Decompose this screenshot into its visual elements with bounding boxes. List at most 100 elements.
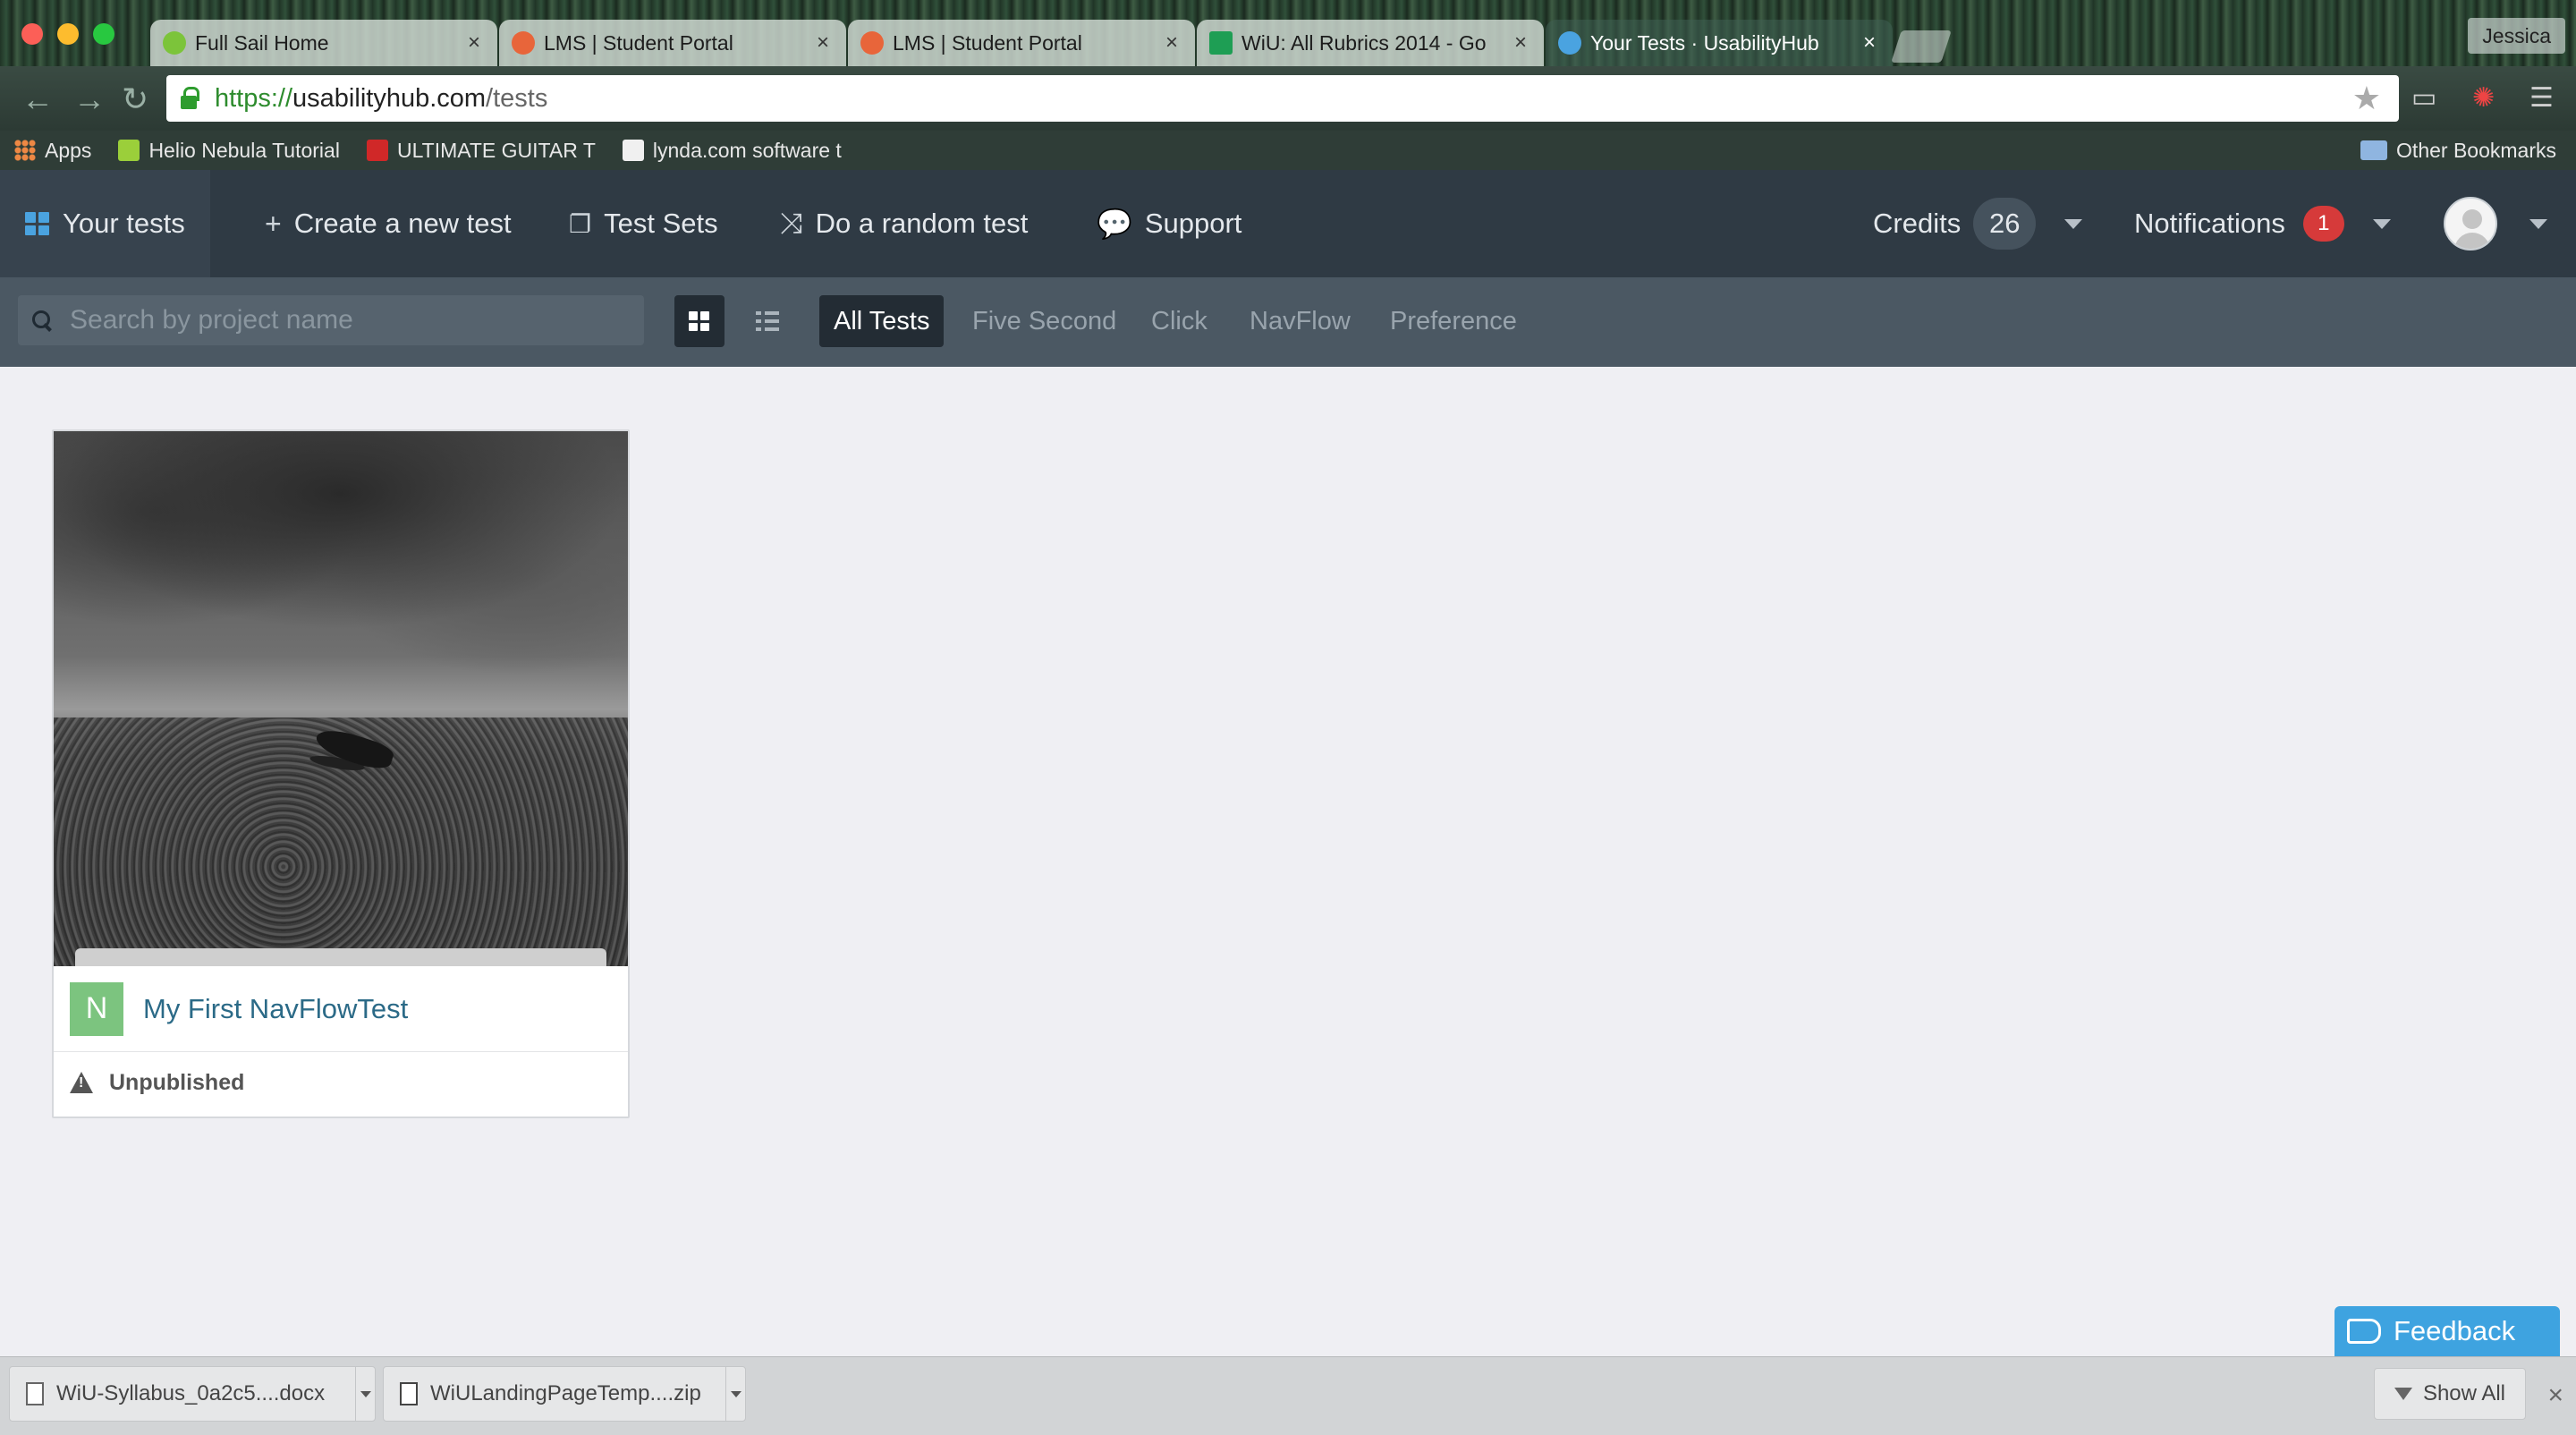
reload-icon[interactable]: ↻ — [122, 81, 148, 118]
test-thumbnail-image[interactable] — [54, 431, 628, 966]
nav-test-sets-label: Test Sets — [604, 208, 718, 239]
nav-create-test[interactable]: + Create a new test — [265, 170, 512, 277]
test-title-row[interactable]: N My First NavFlowTest — [54, 966, 628, 1052]
test-card[interactable]: N My First NavFlowTest Unpublished — [52, 429, 630, 1118]
guitar-favicon-icon — [366, 140, 388, 161]
address-bar[interactable]: https://usabilityhub.com/tests ★ — [166, 75, 2399, 122]
full-sail-favicon-icon — [163, 31, 186, 55]
color-wheel-icon[interactable]: ✺ — [2472, 82, 2495, 114]
document-icon — [26, 1382, 44, 1405]
lms-favicon-icon — [512, 31, 535, 55]
cast-icon[interactable]: ▭ — [2411, 82, 2436, 114]
download-item[interactable]: WiULandingPageTemp....zip — [383, 1366, 746, 1422]
url-host: usabilityhub.com — [292, 83, 487, 113]
usabilityhub-favicon-icon — [1558, 31, 1581, 55]
minimize-window-button[interactable] — [57, 23, 79, 45]
tab-close-icon[interactable]: × — [1859, 30, 1880, 55]
download-menu-caret[interactable] — [725, 1367, 745, 1421]
nav-support[interactable]: 💬 Support — [1097, 170, 1241, 277]
bookmark-ultimate-guitar[interactable]: ULTIMATE GUITAR T — [366, 138, 596, 163]
chevron-down-icon — [2529, 218, 2547, 229]
search-input[interactable] — [70, 305, 624, 335]
notifications-menu[interactable]: Notifications 1 — [2134, 170, 2391, 277]
filter-tab-preference[interactable]: Preference — [1376, 295, 1531, 347]
tab-title: LMS | Student Portal — [893, 30, 1082, 55]
menu-icon[interactable]: ☰ — [2529, 82, 2554, 114]
download-filename: WiU-Syllabus_0a2c5....docx — [56, 1381, 326, 1405]
bookmark-helio[interactable]: Helio Nebula Tutorial — [118, 139, 340, 163]
filter-tab-click[interactable]: Click — [1137, 295, 1222, 347]
nav-create-label: Create a new test — [293, 208, 512, 239]
close-icon[interactable]: × — [2547, 1380, 2563, 1411]
browser-tab[interactable]: LMS | Student Portal × — [848, 20, 1195, 66]
filter-tab-navflow[interactable]: NavFlow — [1235, 295, 1365, 347]
shuffle-icon: ⤨ — [780, 207, 803, 239]
browser-tab[interactable]: WiU: All Rubrics 2014 - Go × — [1197, 20, 1544, 66]
bookmarks-bar: Apps Helio Nebula Tutorial ULTIMATE GUIT… — [0, 131, 2576, 170]
download-item[interactable]: WiU-Syllabus_0a2c5....docx — [9, 1366, 376, 1422]
lock-icon — [179, 87, 199, 110]
filter-tab-all-tests[interactable]: All Tests — [819, 295, 945, 347]
tab-close-icon[interactable]: × — [812, 30, 834, 55]
search-box[interactable] — [18, 295, 644, 345]
feedback-label: Feedback — [2394, 1315, 2516, 1346]
test-title-link[interactable]: My First NavFlowTest — [143, 993, 408, 1025]
tiles-icon — [689, 311, 710, 331]
download-shelf: WiU-Syllabus_0a2c5....docx WiULandingPag… — [0, 1356, 2576, 1435]
plus-icon: + — [265, 207, 282, 240]
test-status: Unpublished — [70, 1065, 244, 1100]
back-arrow-icon[interactable]: ← — [21, 81, 54, 118]
warning-icon — [70, 1072, 93, 1093]
tab-close-icon[interactable]: × — [463, 30, 485, 55]
bookmark-star-icon[interactable]: ★ — [2352, 80, 2381, 117]
browser-tab-active[interactable]: Your Tests · UsabilityHub × — [1546, 20, 1893, 66]
bookmark-label: ULTIMATE GUITAR T — [396, 138, 596, 162]
tab-title: WiU: All Rubrics 2014 - Go — [1241, 30, 1487, 55]
download-menu-caret[interactable] — [355, 1367, 375, 1421]
bookmark-label: lynda.com software t — [652, 138, 842, 162]
browser-tab[interactable]: Full Sail Home × — [150, 20, 497, 66]
other-bookmarks-label: Other Bookmarks — [2396, 138, 2556, 162]
notifications-label: Notifications — [2134, 208, 2285, 239]
test-type-badge: N — [70, 981, 123, 1036]
tab-title: Your Tests · UsabilityHub — [1590, 30, 1819, 55]
new-tab-button[interactable] — [1891, 30, 1952, 63]
tab-close-icon[interactable]: × — [1161, 30, 1182, 55]
credits-label: Credits — [1873, 208, 1962, 239]
chevron-down-icon — [2372, 218, 2391, 229]
status-label: Unpublished — [109, 1069, 245, 1095]
nav-your-tests[interactable]: Your tests — [0, 170, 210, 277]
download-arrow-icon — [2394, 1388, 2412, 1400]
url-path: /tests — [486, 83, 548, 113]
tab-title: LMS | Student Portal — [544, 30, 733, 55]
forward-arrow-icon[interactable]: → — [73, 81, 106, 118]
show-all-label: Show All — [2422, 1381, 2505, 1405]
speech-bubble-icon: 💬 — [1097, 208, 1132, 240]
other-bookmarks[interactable]: Other Bookmarks — [2360, 131, 2556, 170]
browser-titlebar: Full Sail Home × LMS | Student Portal × … — [0, 0, 2576, 66]
copy-icon: ❐ — [569, 209, 592, 238]
show-all-downloads-button[interactable]: Show All — [2373, 1368, 2526, 1420]
zoom-window-button[interactable] — [93, 23, 114, 45]
helio-favicon-icon — [118, 140, 140, 161]
grid-view-button[interactable] — [674, 295, 724, 347]
feedback-button[interactable]: Feedback — [2334, 1306, 2560, 1356]
nav-test-sets[interactable]: ❐ Test Sets — [569, 170, 718, 277]
url-text[interactable]: https://usabilityhub.com/tests — [215, 84, 547, 114]
lynda-favicon-icon — [622, 140, 644, 161]
lms-favicon-icon — [860, 31, 884, 55]
avatar — [2444, 197, 2497, 250]
nav-random-test[interactable]: ⤨ Do a random test — [780, 170, 1028, 277]
app-nav: Your tests + Create a new test ❐ Test Se… — [0, 170, 2576, 277]
close-window-button[interactable] — [21, 23, 43, 45]
bookmark-apps[interactable]: Apps — [14, 139, 91, 163]
tab-close-icon[interactable]: × — [1510, 30, 1531, 55]
credits-menu[interactable]: Credits 26 — [1873, 170, 2083, 277]
bookmark-lynda[interactable]: lynda.com software t — [622, 138, 842, 163]
user-menu[interactable] — [2444, 170, 2547, 277]
filter-tab-five-second[interactable]: Five Second — [958, 295, 1131, 347]
profile-name[interactable]: Jessica — [2468, 18, 2565, 54]
list-view-button[interactable] — [742, 295, 792, 347]
bookmark-label: Apps — [45, 138, 92, 162]
browser-tab[interactable]: LMS | Student Portal × — [499, 20, 846, 66]
